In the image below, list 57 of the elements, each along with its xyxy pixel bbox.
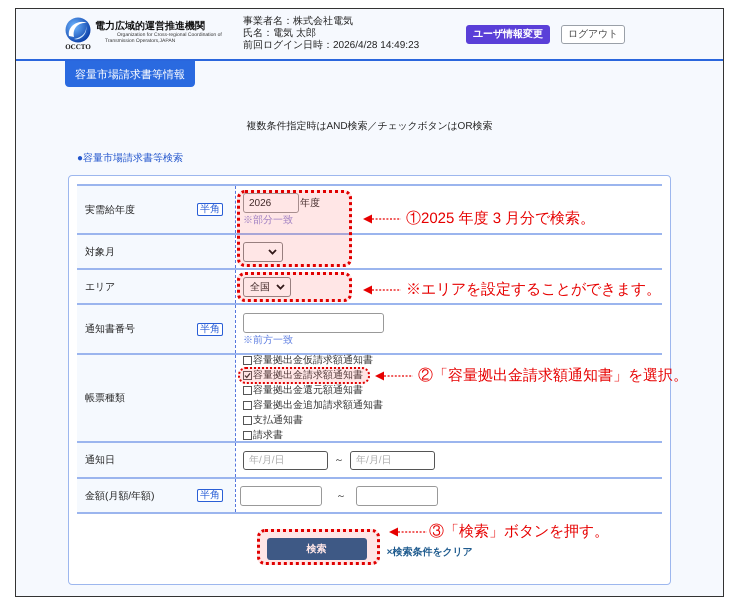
unit-label: 年度: [300, 196, 320, 210]
checkbox-label: 支払通知書: [253, 416, 303, 426]
field-label: エリア: [85, 280, 115, 294]
half-width-badge: 半角: [197, 322, 223, 336]
hint-text: ※前方一致: [243, 334, 293, 346]
range-separator: ～: [334, 454, 344, 467]
dropdown[interactable]: [243, 242, 283, 262]
checkbox[interactable]: [243, 371, 252, 380]
dashed-arrow-icon: [363, 214, 401, 224]
field-label: 通知書番号: [85, 322, 135, 336]
user-info-text: 前回ログイン日時：2026/4/28 14:49:23: [243, 40, 420, 52]
checkbox[interactable]: [243, 386, 252, 395]
dashed-arrow-icon: [363, 285, 401, 295]
user-info-text: 氏名：電気 太郎: [243, 28, 316, 40]
checkbox-label: 容量拠出金追加請求額通知書: [253, 400, 383, 410]
field-label: 実需給年度: [85, 204, 135, 216]
checkbox-label: 容量拠出金還元額通知書: [253, 386, 363, 396]
clear-conditions-link[interactable]: ×検索条件をクリア: [386, 545, 472, 559]
checkbox-label: 請求書: [253, 430, 283, 440]
search-notice: 複数条件指定時はAND検索／チェックボタンはOR検索: [246, 120, 493, 134]
amount-input[interactable]: [356, 486, 438, 506]
checkbox-label: 容量拠出金請求額通知書: [253, 370, 363, 380]
checkbox[interactable]: [243, 401, 252, 410]
field-label: 金額(月額/年額): [85, 490, 154, 502]
half-width-badge: 半角: [197, 489, 223, 502]
year-input[interactable]: 2026: [243, 193, 299, 213]
amount-input[interactable]: [240, 486, 322, 506]
checkbox[interactable]: [243, 416, 252, 425]
checkbox[interactable]: [243, 431, 252, 440]
checkbox[interactable]: [243, 356, 252, 365]
range-separator: ～: [336, 490, 346, 502]
page-tab[interactable]: 容量市場請求書等情報: [65, 61, 195, 87]
organization-name: 電力広域的運営推進機関: [95, 21, 205, 32]
user-info-text: 事業者名：株式会社電気: [243, 16, 353, 28]
annotation-text: ②「容量拠出金請求額通知書」を選択。: [418, 366, 688, 386]
text-input[interactable]: [243, 312, 384, 332]
checkbox-label: 容量拠出金仮請求額通知書: [253, 356, 373, 366]
chevron-down-icon: [276, 284, 285, 290]
dropdown[interactable]: 全国: [243, 276, 291, 296]
logout-button[interactable]: ログアウト: [561, 24, 625, 44]
field-label: 通知日: [85, 454, 115, 467]
date-input[interactable]: 年/月/日: [243, 450, 328, 470]
annotation-text: ※エリアを設定することができます。: [406, 280, 661, 300]
field-label: 帳票種類: [85, 392, 125, 405]
logo-icon: [65, 17, 91, 43]
search-button[interactable]: 検索: [266, 538, 367, 560]
annotation-text: ①2025 年度 3 月分で検索。: [406, 209, 596, 229]
section-title: ●容量市場請求書等検索: [77, 152, 184, 166]
dashed-arrow-icon: [389, 527, 427, 537]
chevron-down-icon: [268, 248, 277, 254]
annotation-text: ③「検索」ボタンを押す。: [429, 522, 609, 542]
date-input[interactable]: 年/月/日: [350, 450, 435, 470]
user-settings-button[interactable]: ユーザ情報変更: [466, 24, 550, 44]
dashed-arrow-icon: [375, 371, 413, 381]
field-label: 対象月: [85, 246, 115, 258]
half-width-badge: 半角: [197, 203, 223, 216]
hint-text: ※部分一致: [243, 215, 293, 226]
